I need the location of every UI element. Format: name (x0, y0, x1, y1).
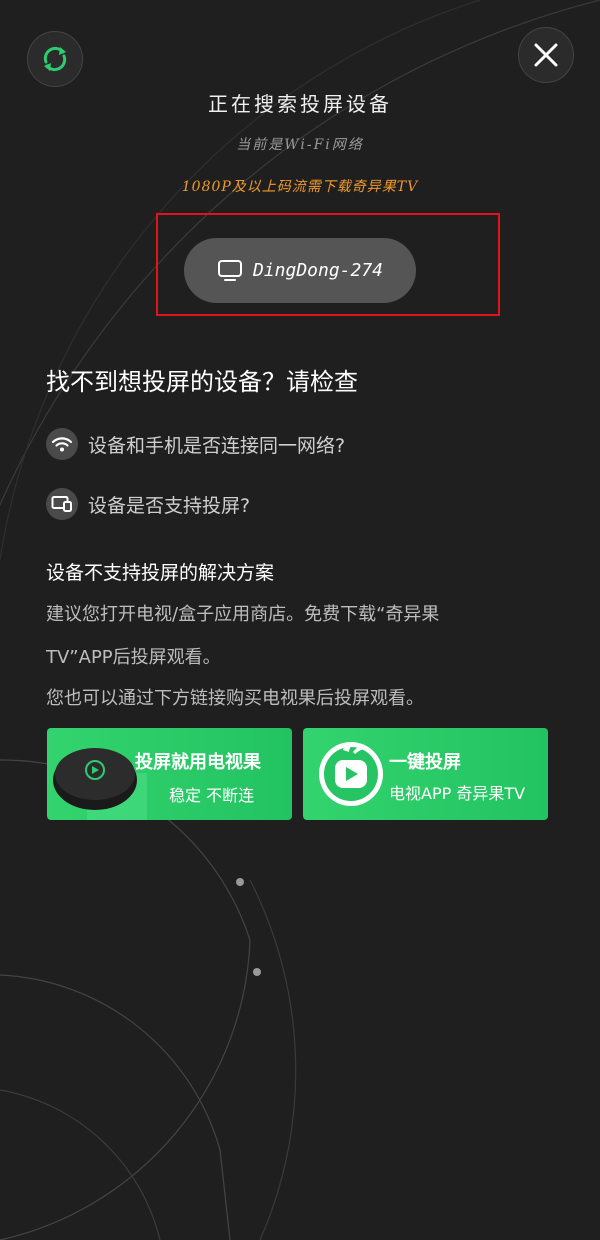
arc-dot (253, 968, 261, 976)
arc-dot (236, 878, 244, 886)
banner-title: 一键投屏 (389, 752, 461, 773)
dianshiguo-banner[interactable]: 投屏就用电视果 稳定 不断连 (47, 728, 292, 820)
tv-icon (217, 259, 242, 281)
wifi-status-text: 当前是Wi-Fi网络 (236, 137, 364, 153)
help-title: 找不到想投屏的设备？请检查 (46, 368, 358, 396)
refresh-icon (43, 46, 67, 72)
solution-line: 建议您打开电视/盒子应用商店。免费下载“奇异果 (46, 604, 440, 625)
qiyiguo-banner[interactable]: 一键投屏 电视APP 奇异果TV (303, 728, 548, 820)
check-text: 设备和手机是否连接同一网络? (88, 434, 346, 457)
device-name: DingDong-274 (252, 260, 384, 281)
solution-line: 您也可以通过下方链接购买电视果后投屏观看。 (46, 688, 424, 709)
close-icon (534, 43, 558, 67)
solution-line: TV”APP后投屏观看。 (46, 647, 221, 668)
wifi-icon (46, 428, 78, 460)
page-title: 正在搜索投屏设备 (208, 92, 392, 116)
tv-box-image (53, 748, 147, 820)
device-item[interactable]: DingDong-274 (184, 238, 416, 303)
refresh-button[interactable] (27, 31, 83, 87)
qiyiguo-logo-icon (319, 742, 383, 806)
banner-subtitle: 电视APP 奇异果TV (389, 784, 526, 803)
check-item-cast-support: 设备是否支持投屏? (46, 488, 250, 520)
banner-title: 投屏就用电视果 (135, 752, 261, 773)
promo-text: 1080P及以上码流需下载奇异果TV (181, 179, 419, 195)
solution-title: 设备不支持投屏的解决方案 (46, 562, 275, 584)
check-text: 设备是否支持投屏? (88, 494, 251, 517)
check-item-network: 设备和手机是否连接同一网络? (46, 428, 345, 460)
banner-subtitle: 稳定 不断连 (169, 786, 255, 805)
cast-device-icon (46, 488, 78, 520)
close-button[interactable] (518, 27, 574, 83)
